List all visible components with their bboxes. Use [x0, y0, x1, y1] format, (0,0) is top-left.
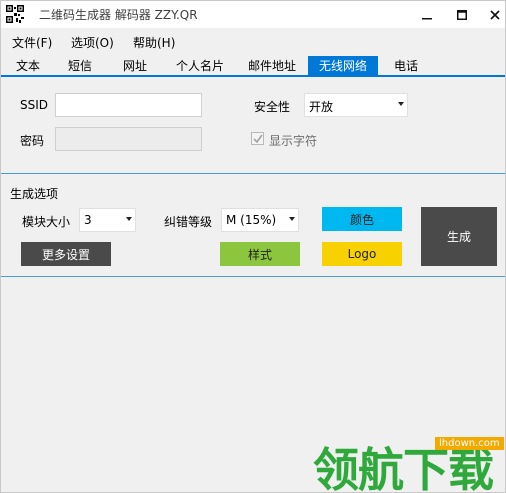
qr-code-icon: [6, 5, 24, 23]
show-chars-label: 显示字符: [269, 134, 318, 148]
tab-bar: 文本 短信 网址 个人名片 邮件地址 无线网络 电话: [1, 55, 505, 77]
generate-button[interactable]: 生成: [421, 207, 497, 266]
color-button[interactable]: 颜色: [322, 207, 402, 231]
security-value: 开放: [309, 100, 334, 114]
tab-sms[interactable]: 短信: [59, 56, 101, 77]
ssid-input[interactable]: [55, 93, 202, 117]
maximize-icon: [457, 9, 467, 20]
chevron-down-icon: [398, 102, 404, 106]
security-select[interactable]: 开放: [304, 93, 408, 117]
menu-options[interactable]: 选项(O): [71, 34, 114, 51]
tab-vcard[interactable]: 个人名片: [169, 56, 231, 77]
security-label: 安全性: [254, 100, 291, 114]
close-button[interactable]: [479, 1, 506, 28]
menu-help[interactable]: 帮助(H): [133, 34, 175, 51]
window-title: 二维码生成器 解码器 ZZY.QR: [39, 8, 198, 22]
minimize-icon: [422, 17, 432, 19]
more-settings-button[interactable]: 更多设置: [21, 242, 111, 266]
menu-bar: 文件(F) 选项(O) 帮助(H): [1, 30, 505, 52]
password-input[interactable]: [55, 127, 202, 151]
minimize-button[interactable]: [411, 1, 443, 28]
module-size-value: 3: [84, 213, 92, 227]
ecc-level-value: M (15%): [226, 213, 277, 227]
ecc-level-label: 纠错等级: [164, 215, 213, 229]
section-divider-bottom: [1, 276, 505, 277]
chevron-down-icon: [126, 217, 132, 221]
menu-file[interactable]: 文件(F): [12, 34, 52, 51]
style-button[interactable]: 样式: [220, 242, 300, 266]
tab-wifi[interactable]: 无线网络: [308, 56, 378, 77]
logo-button[interactable]: Logo: [322, 242, 402, 266]
generate-options-heading: 生成选项: [10, 187, 59, 201]
title-bar: 二维码生成器 解码器 ZZY.QR: [1, 1, 505, 28]
tab-url[interactable]: 网址: [114, 56, 156, 77]
section-divider-top: [1, 173, 505, 174]
show-chars-checkbox[interactable]: [251, 132, 264, 145]
checkmark-icon: [253, 134, 263, 144]
tab-text[interactable]: 文本: [7, 56, 49, 77]
app-window: 二维码生成器 解码器 ZZY.QR 文件(F) 选项(O) 帮助(H) 文本 短…: [0, 0, 506, 493]
ssid-label: SSID: [20, 98, 49, 112]
tab-phone[interactable]: 电话: [385, 56, 427, 77]
chevron-down-icon: [289, 217, 295, 221]
maximize-button[interactable]: [446, 1, 478, 28]
watermark-site: lhdown.com: [435, 437, 504, 450]
close-icon: [490, 9, 500, 20]
module-size-select[interactable]: 3: [79, 208, 136, 232]
password-label: 密码: [20, 134, 45, 148]
module-size-label: 模块大小: [22, 215, 71, 229]
tab-email[interactable]: 邮件地址: [241, 56, 303, 77]
ecc-level-select[interactable]: M (15%): [221, 208, 299, 232]
